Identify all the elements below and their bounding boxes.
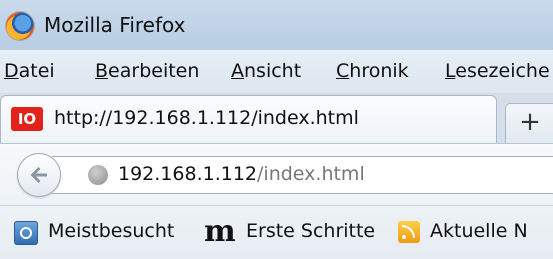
back-arrow-icon bbox=[30, 167, 47, 183]
menu-lesezeichen[interactable]: Lesezeiche bbox=[445, 60, 550, 82]
url-path: /index.html bbox=[257, 163, 365, 185]
url-bar[interactable]: 192.168.1.112/index.html bbox=[52, 156, 553, 194]
rss-feed-icon bbox=[398, 221, 420, 243]
url-host: 192.168.1.112 bbox=[118, 163, 258, 185]
menu-chronik[interactable]: Chronik bbox=[336, 60, 409, 82]
bookmark-erste-schritte[interactable]: Erste Schritte bbox=[246, 220, 375, 242]
menu-chronik-label: hronik bbox=[349, 60, 409, 82]
new-tab-button[interactable]: + bbox=[505, 103, 553, 145]
back-button[interactable] bbox=[17, 153, 61, 197]
most-visited-icon bbox=[14, 221, 38, 245]
tab-active[interactable]: IO http://192.168.1.112/index.html bbox=[0, 95, 497, 144]
tab-strip: IO http://192.168.1.112/index.html + bbox=[0, 93, 553, 145]
bookmarks-toolbar: Meistbesucht m Erste Schritte Aktuelle N bbox=[0, 205, 553, 259]
getting-started-icon: m bbox=[204, 214, 236, 249]
site-favicon-icon: IO bbox=[11, 107, 43, 131]
menu-lesezeichen-mnemonic: L bbox=[445, 60, 456, 82]
firefox-logo-icon bbox=[6, 12, 34, 40]
window-title: Mozilla Firefox bbox=[44, 13, 186, 37]
bookmark-meistbesucht[interactable]: Meistbesucht bbox=[48, 220, 174, 242]
tab-title: http://192.168.1.112/index.html bbox=[54, 107, 359, 129]
menu-ansicht[interactable]: Ansicht bbox=[231, 60, 301, 82]
menu-bearbeiten-mnemonic: B bbox=[95, 60, 109, 82]
menu-lesezeichen-label: esezeiche bbox=[455, 60, 550, 82]
menu-ansicht-mnemonic: A bbox=[231, 60, 244, 82]
window-titlebar: Mozilla Firefox bbox=[0, 0, 553, 49]
url-text: 192.168.1.112/index.html bbox=[118, 163, 365, 185]
navigation-bar: 192.168.1.112/index.html bbox=[0, 143, 553, 206]
menu-ansicht-label: nsicht bbox=[244, 60, 302, 82]
menu-bearbeiten-label: earbeiten bbox=[108, 60, 200, 82]
menu-datei-label: atei bbox=[18, 60, 55, 82]
menu-datei[interactable]: Datei bbox=[4, 60, 55, 82]
menu-bar: Datei Bearbeiten Ansicht Chronik Lesezei… bbox=[0, 49, 553, 94]
menu-bearbeiten[interactable]: Bearbeiten bbox=[95, 60, 199, 82]
bookmark-aktuelle-nachrichten[interactable]: Aktuelle N bbox=[430, 220, 528, 242]
globe-icon bbox=[88, 165, 108, 185]
menu-chronik-mnemonic: C bbox=[336, 60, 350, 82]
menu-datei-mnemonic: D bbox=[4, 60, 19, 82]
